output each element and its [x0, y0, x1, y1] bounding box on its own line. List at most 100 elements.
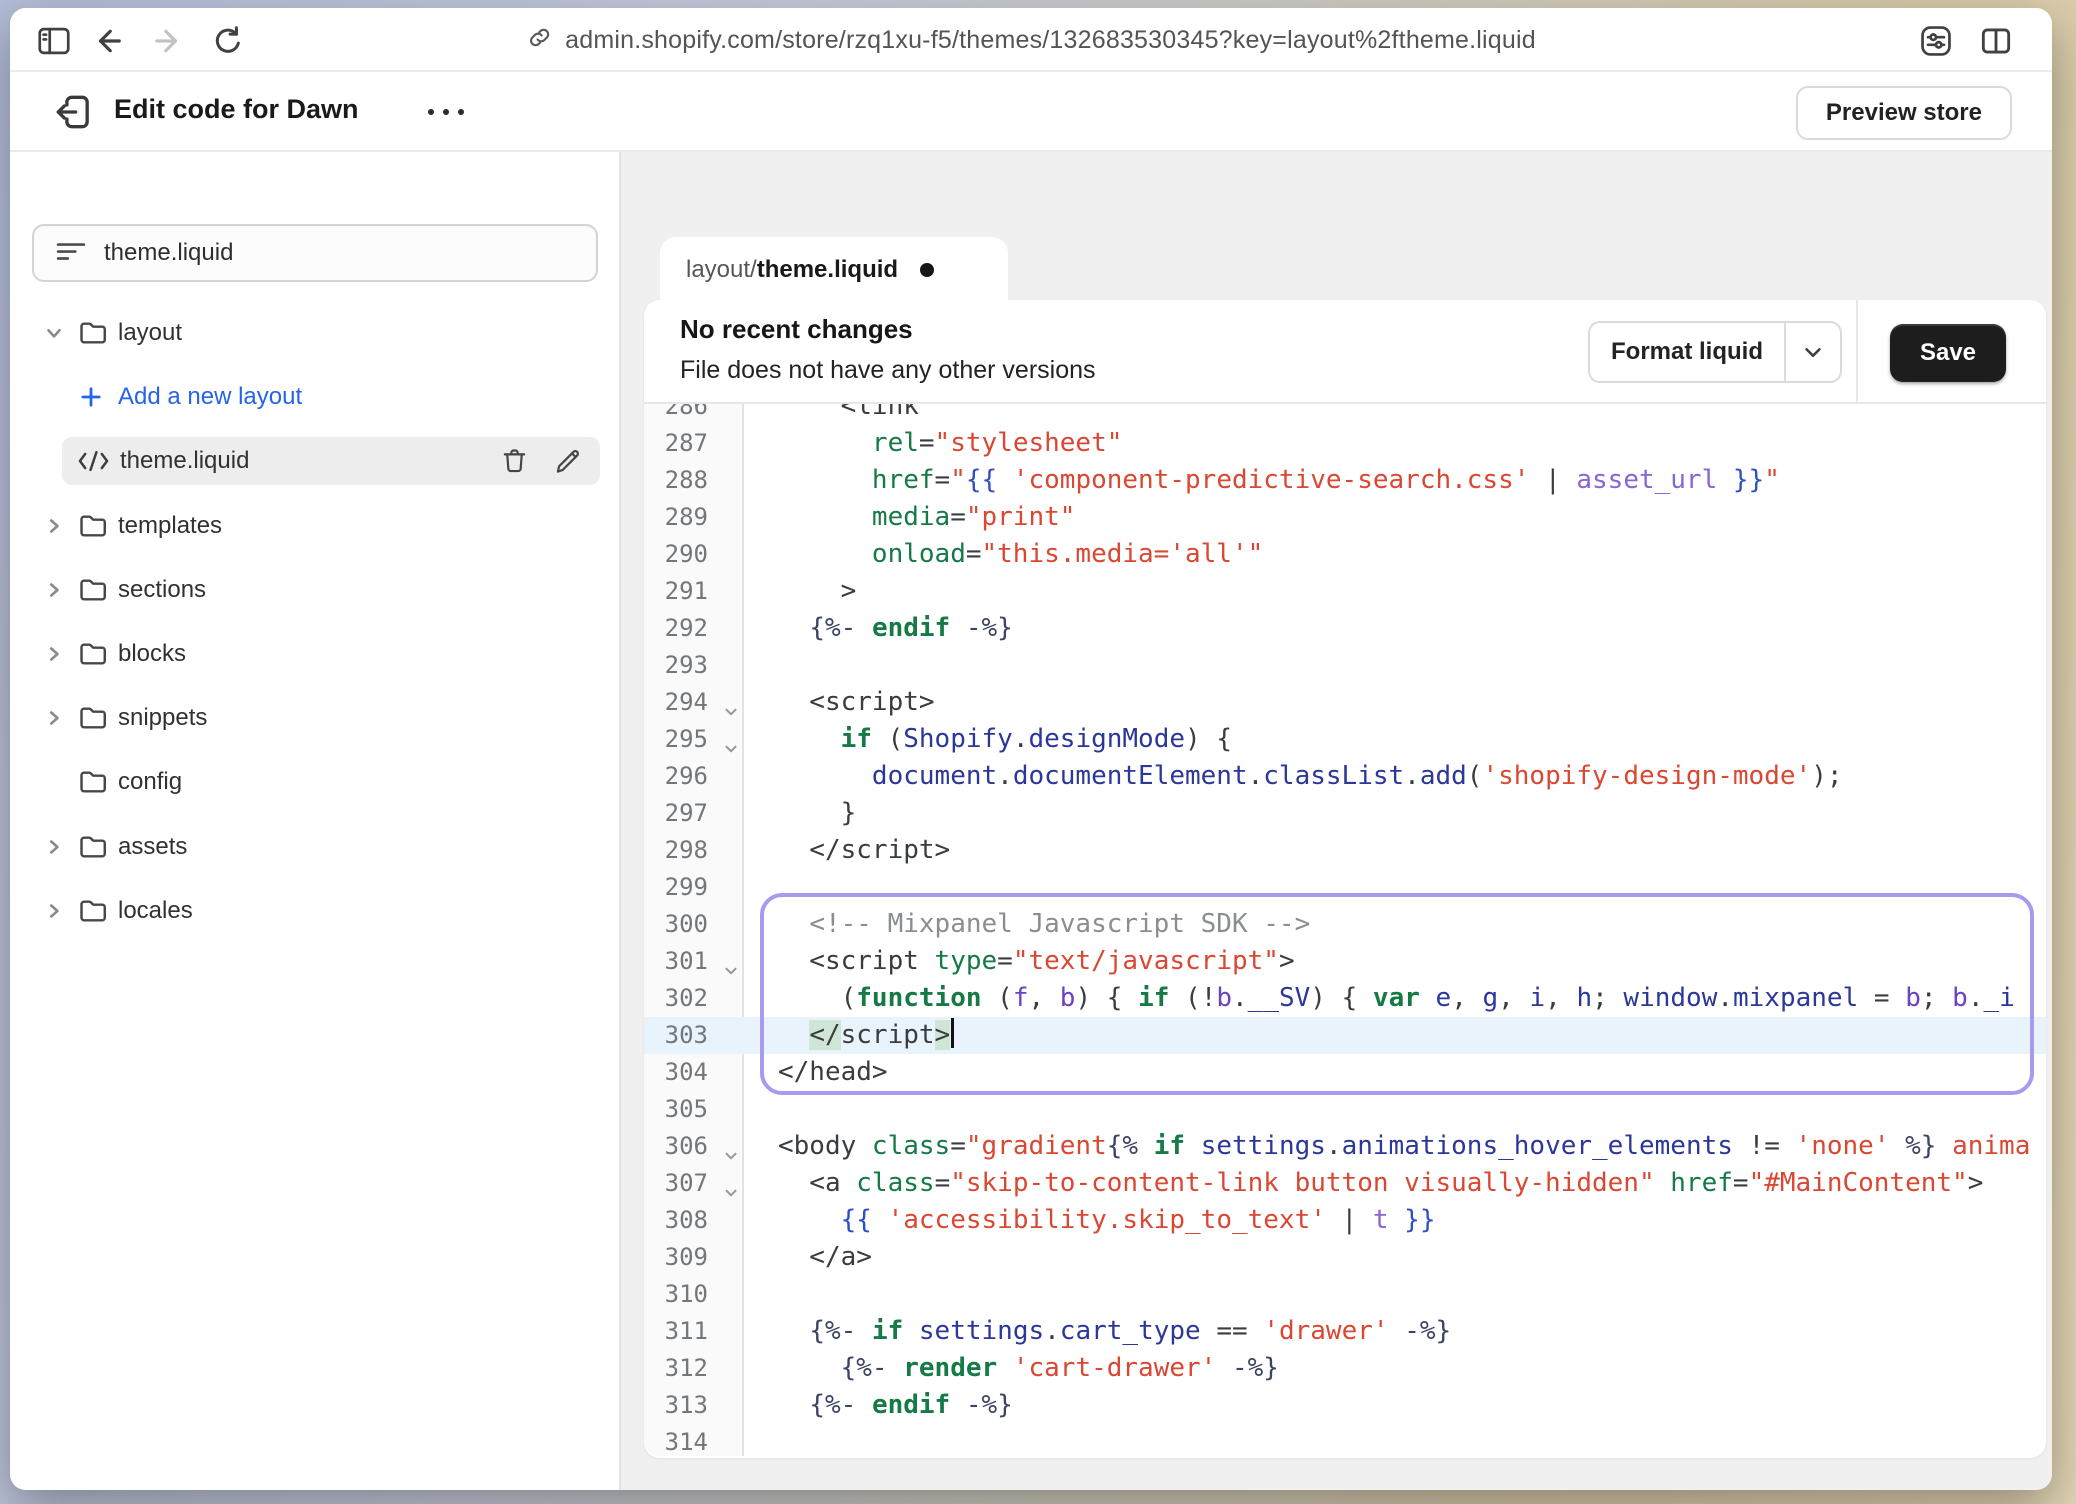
- line-number: 294: [644, 684, 744, 721]
- code-line-309[interactable]: 309 </a>: [644, 1239, 2046, 1276]
- tab-theme-liquid[interactable]: layout/theme.liquid: [660, 237, 1008, 303]
- sidebar-item-snippets[interactable]: snippets: [32, 694, 600, 742]
- line-number: 297: [644, 795, 744, 832]
- split-view-icon[interactable]: [1976, 21, 2016, 61]
- code-line-288[interactable]: 288 href="{{ 'component-predictive-searc…: [644, 462, 2046, 499]
- chevron-right-icon[interactable]: [43, 643, 65, 665]
- code-editor[interactable]: 286 <link287 rel="stylesheet"288 href="{…: [644, 404, 2046, 1456]
- code-line-307[interactable]: 307 <a class="skip-to-content-link butto…: [644, 1165, 2046, 1202]
- code-line-299[interactable]: 299: [644, 869, 2046, 906]
- line-number: 306: [644, 1128, 744, 1165]
- code-file-icon: [77, 448, 110, 475]
- line-number: 309: [644, 1239, 744, 1276]
- status-title: No recent changes: [680, 314, 913, 345]
- address-bar[interactable]: admin.shopify.com/store/rzq1xu-f5/themes…: [526, 8, 1536, 72]
- code-line-310[interactable]: 310: [644, 1276, 2046, 1313]
- format-liquid-button[interactable]: Format liquid: [1588, 321, 1842, 383]
- code-text: onload="this.media='all'": [744, 536, 1263, 573]
- line-number: 290: [644, 536, 744, 573]
- line-number: 301: [644, 943, 744, 980]
- desktop-wallpaper: admin.shopify.com/store/rzq1xu-f5/themes…: [0, 0, 2076, 1504]
- back-icon[interactable]: [88, 21, 128, 61]
- reload-icon[interactable]: [208, 21, 248, 61]
- chevron-right-icon[interactable]: [43, 579, 65, 601]
- sidebar-item-templates[interactable]: templates: [32, 502, 600, 550]
- folder-icon: [77, 574, 108, 605]
- code-line-304[interactable]: 304</head>: [644, 1054, 2046, 1091]
- code-line-306[interactable]: 306<body class="gradient{% if settings.a…: [644, 1128, 2046, 1165]
- code-line-300[interactable]: 300 <!-- Mixpanel Javascript SDK -->: [644, 906, 2046, 943]
- sidebar-item-assets[interactable]: assets: [32, 823, 600, 871]
- line-number: 287: [644, 425, 744, 462]
- browser-toolbar: admin.shopify.com/store/rzq1xu-f5/themes…: [10, 8, 2052, 72]
- line-number: 314: [644, 1424, 744, 1456]
- forward-icon[interactable]: [148, 21, 188, 61]
- code-line-305[interactable]: 305: [644, 1091, 2046, 1128]
- tab-path-prefix: layout/: [686, 256, 757, 284]
- code-line-292[interactable]: 292 {%- endif -%}: [644, 610, 2046, 647]
- folder-icon: [77, 318, 108, 349]
- sidebar-item-config[interactable]: config: [32, 758, 600, 806]
- chevron-right-icon[interactable]: [43, 900, 65, 922]
- overflow-menu-icon[interactable]: [422, 90, 470, 134]
- url-text: admin.shopify.com/store/rzq1xu-f5/themes…: [565, 26, 1536, 55]
- code-text: [744, 1091, 778, 1128]
- code-line-302[interactable]: 302 (function (f, b) { if (!b.__SV) { va…: [644, 980, 2046, 1017]
- chevron-right-icon[interactable]: [43, 836, 65, 858]
- code-line-301[interactable]: 301 <script type="text/javascript">: [644, 943, 2046, 980]
- code-line-314[interactable]: 314: [644, 1424, 2046, 1456]
- code-line-290[interactable]: 290 onload="this.media='all'": [644, 536, 2046, 573]
- code-line-286[interactable]: 286 <link: [644, 404, 2046, 425]
- line-number: 296: [644, 758, 744, 795]
- code-text: }: [744, 795, 856, 832]
- code-line-289[interactable]: 289 media="print": [644, 499, 2046, 536]
- code-text: if (Shopify.designMode) {: [744, 721, 1232, 758]
- code-text: <link: [744, 404, 919, 425]
- code-line-295[interactable]: 295 if (Shopify.designMode) {: [644, 721, 2046, 758]
- code-line-291[interactable]: 291 >: [644, 573, 2046, 610]
- line-number: 313: [644, 1387, 744, 1424]
- code-line-294[interactable]: 294 <script>: [644, 684, 2046, 721]
- sidebar-item-add-a-new-layout[interactable]: Add a new layout: [32, 373, 600, 421]
- line-number: 288: [644, 462, 744, 499]
- code-line-296[interactable]: 296 document.documentElement.classList.a…: [644, 758, 2046, 795]
- code-line-311[interactable]: 311 {%- if settings.cart_type == 'drawer…: [644, 1313, 2046, 1350]
- line-number: 293: [644, 647, 744, 684]
- link-icon: [526, 24, 553, 56]
- delete-file-icon[interactable]: [500, 447, 529, 476]
- code-line-297[interactable]: 297 }: [644, 795, 2046, 832]
- rename-file-icon[interactable]: [554, 447, 583, 476]
- sidebar-toggle-icon[interactable]: [34, 21, 74, 61]
- sidebar-item-sections[interactable]: sections: [32, 566, 600, 614]
- code-text: </a>: [744, 1239, 872, 1276]
- code-text: {%- endif -%}: [744, 1387, 1013, 1424]
- file-search-input[interactable]: theme.liquid: [32, 224, 598, 282]
- code-text: </head>: [744, 1054, 888, 1091]
- line-number: 295: [644, 721, 744, 758]
- line-number: 286: [644, 404, 744, 425]
- sidebar-item-layout[interactable]: layout: [32, 309, 600, 357]
- reader-settings-icon[interactable]: [1916, 21, 1956, 61]
- sidebar-item-theme-liquid[interactable]: theme.liquid: [62, 437, 600, 485]
- code-line-303[interactable]: 303 </script>: [644, 1017, 2046, 1054]
- code-line-293[interactable]: 293: [644, 647, 2046, 684]
- sidebar-item-blocks[interactable]: blocks: [32, 630, 600, 678]
- sidebar-item-locales[interactable]: locales: [32, 887, 600, 935]
- chevron-right-icon[interactable]: [43, 515, 65, 537]
- line-number: 311: [644, 1313, 744, 1350]
- line-number: 307: [644, 1165, 744, 1202]
- chevron-down-icon[interactable]: [43, 322, 65, 344]
- line-number: 310: [644, 1276, 744, 1313]
- code-line-312[interactable]: 312 {%- render 'cart-drawer' -%}: [644, 1350, 2046, 1387]
- exit-editor-icon[interactable]: [52, 91, 94, 133]
- chevron-right-icon[interactable]: [43, 707, 65, 729]
- code-text: (function (f, b) { if (!b.__SV) { var e,…: [744, 980, 2015, 1017]
- chevron-down-icon[interactable]: [1786, 339, 1840, 365]
- code-line-308[interactable]: 308 {{ 'accessibility.skip_to_text' | t …: [644, 1202, 2046, 1239]
- code-line-313[interactable]: 313 {%- endif -%}: [644, 1387, 2046, 1424]
- save-button[interactable]: Save: [1890, 324, 2006, 382]
- code-line-298[interactable]: 298 </script>: [644, 832, 2046, 869]
- code-text: [744, 1424, 778, 1456]
- preview-store-button[interactable]: Preview store: [1796, 86, 2012, 140]
- code-line-287[interactable]: 287 rel="stylesheet": [644, 425, 2046, 462]
